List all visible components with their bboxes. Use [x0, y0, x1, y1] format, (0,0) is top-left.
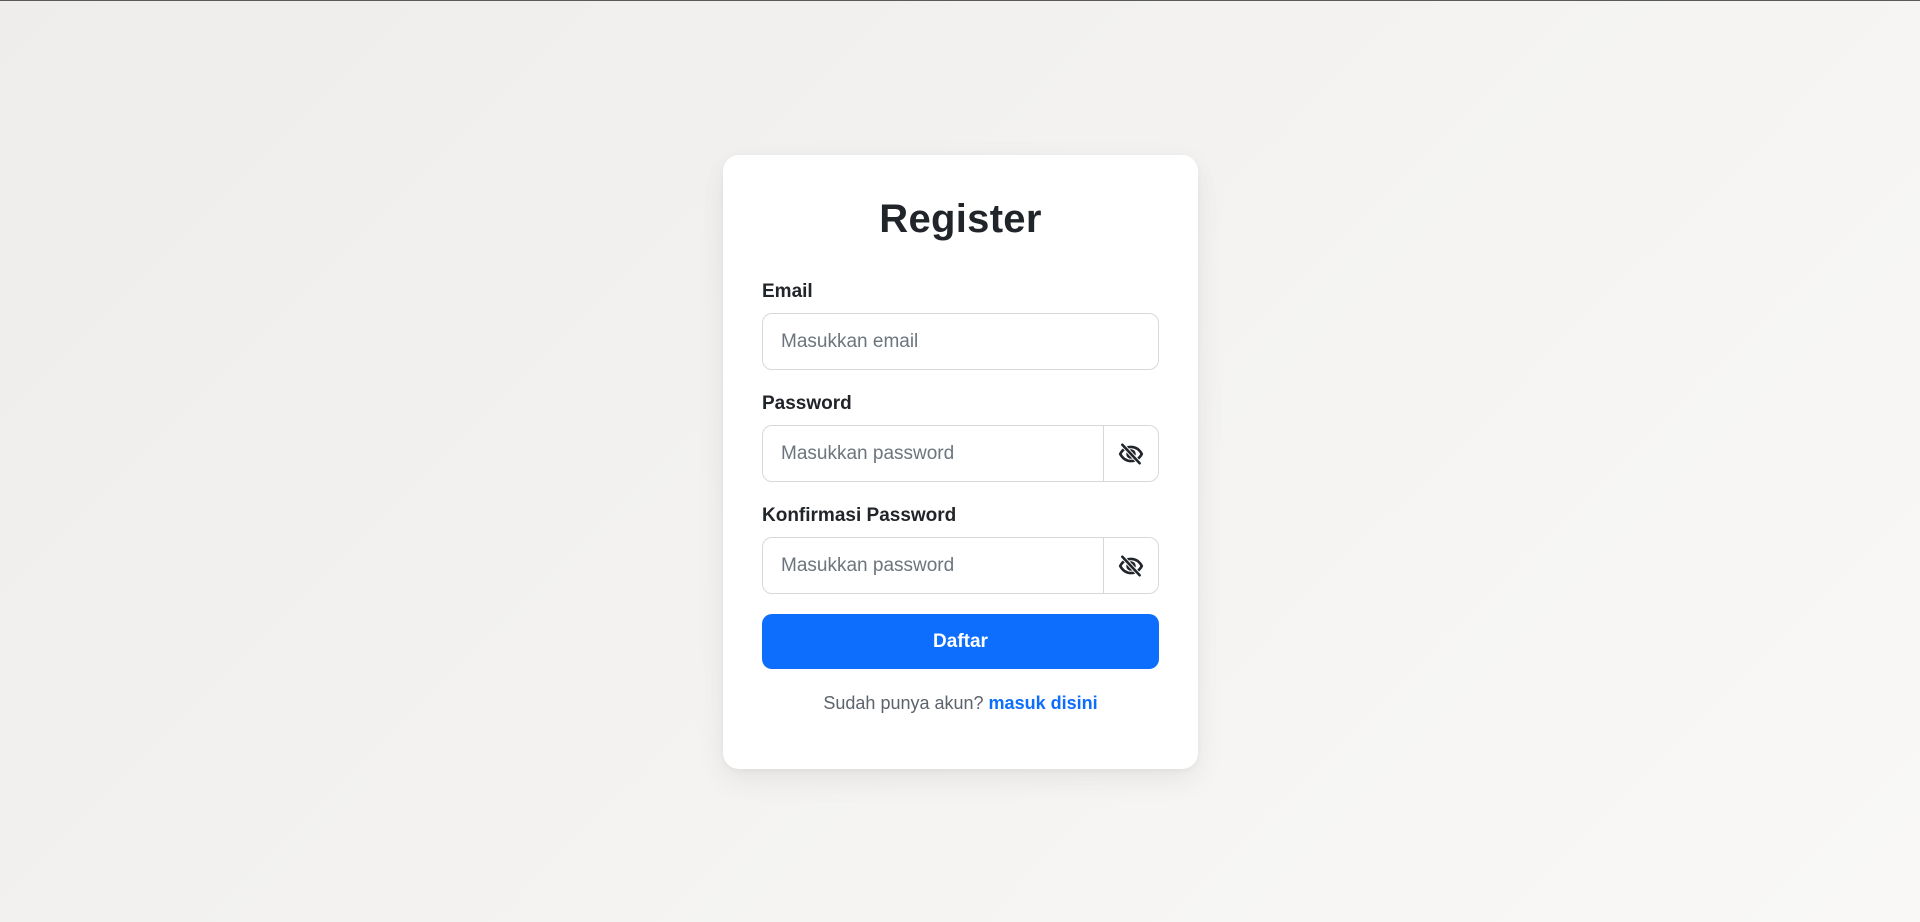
confirm-password-visibility-toggle[interactable]: [1104, 537, 1159, 594]
page-title: Register: [879, 197, 1042, 241]
confirm-password-label: Konfirmasi Password: [762, 505, 957, 526]
password-label: Password: [762, 393, 852, 414]
login-prompt: Sudah punya akun? masuk disini: [762, 692, 1159, 714]
register-form: Email Password Konfirmasi Password: [762, 280, 1159, 669]
window-top-border: [0, 0, 1920, 1]
confirm-password-input-group: [762, 537, 1159, 594]
email-input[interactable]: [762, 313, 1159, 370]
login-prompt-text: Sudah punya akun?: [823, 693, 984, 713]
login-link[interactable]: masuk disini: [989, 693, 1098, 713]
password-input-group: [762, 425, 1159, 482]
email-label: Email: [762, 281, 813, 302]
confirm-password-input[interactable]: [762, 537, 1104, 594]
register-submit-button[interactable]: Daftar: [762, 614, 1159, 669]
password-visibility-toggle[interactable]: [1104, 425, 1159, 482]
eye-slash-icon: [1118, 553, 1144, 579]
register-card: Register Email Password Konfirmasi Passw…: [723, 155, 1198, 769]
eye-slash-icon: [1118, 441, 1144, 467]
password-input[interactable]: [762, 425, 1104, 482]
